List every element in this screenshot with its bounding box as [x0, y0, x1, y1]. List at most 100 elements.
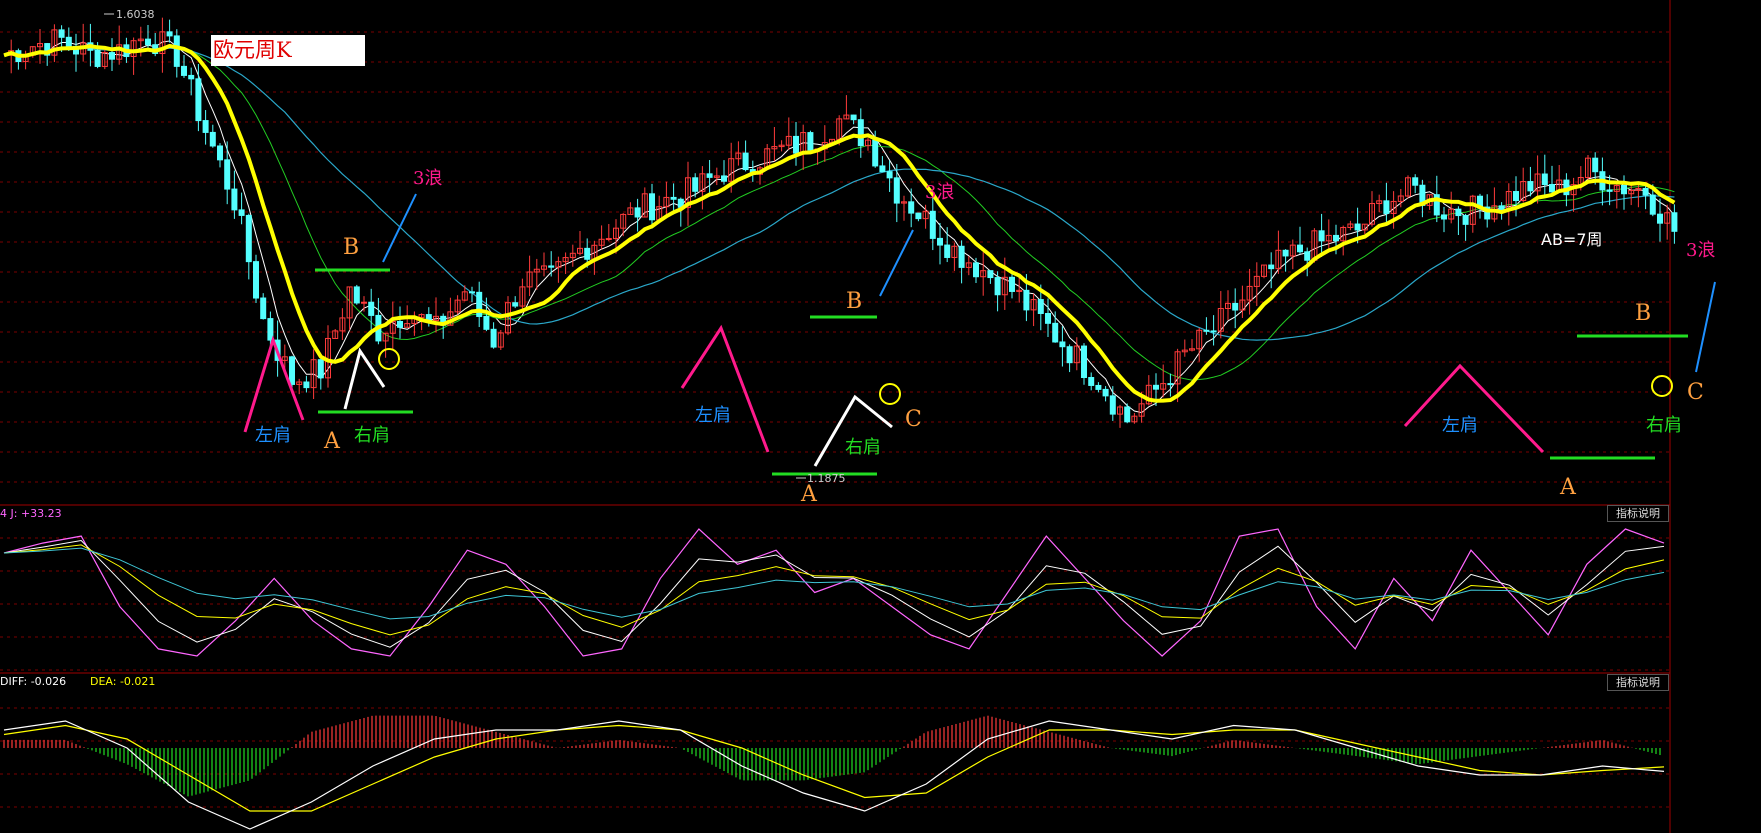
candle-body: [649, 193, 655, 221]
point-b-1: B: [343, 235, 359, 260]
candle-body: [634, 207, 641, 218]
candle-body: [584, 247, 591, 260]
macd-readout-dea: DEA: -0.021: [90, 675, 155, 688]
wave3-line: [382, 193, 417, 263]
candle-body: [65, 36, 72, 47]
macd-diff-line: [3, 720, 1665, 830]
point-a-1: A: [323, 429, 341, 454]
left-shoulder-shape: [243, 335, 305, 433]
candle-body: [253, 261, 259, 299]
candle-body: [1059, 341, 1066, 348]
candle-body: [303, 381, 310, 389]
candle-body: [793, 135, 799, 154]
candle-body: [987, 270, 994, 279]
point-a-3: A: [1559, 475, 1577, 500]
candle-body: [1412, 177, 1419, 186]
wave3-line: [1695, 281, 1716, 373]
candle-body: [483, 315, 490, 330]
candle-body: [1441, 214, 1447, 220]
candle-body: [915, 212, 922, 220]
wave3-label-2: 3浪: [925, 182, 954, 203]
candlesticks: [8, 17, 1678, 428]
point-c-2: C: [1687, 380, 1704, 405]
point-c-circle: [378, 348, 400, 370]
candle-body: [166, 31, 173, 37]
candle-body: [1282, 249, 1289, 257]
candle-body: [857, 119, 864, 147]
candle-body: [397, 320, 403, 328]
point-c-circle: [1651, 375, 1673, 397]
point-a-2: A: [800, 482, 818, 507]
candle-body: [1052, 322, 1059, 343]
candle-body: [994, 277, 1001, 296]
candle-body: [188, 74, 195, 80]
candle-body: [850, 114, 857, 121]
kdj-d-line: [3, 544, 1665, 636]
candle-body: [1109, 395, 1116, 415]
candle-body: [807, 132, 814, 151]
max-label: 1.6038: [116, 8, 155, 21]
left-shoulder-shape: [1403, 363, 1545, 454]
candle-body: [1102, 388, 1109, 397]
candle-body: [742, 152, 749, 171]
candle-body: [1606, 189, 1613, 192]
candle-body: [469, 291, 475, 294]
candle-body: [1318, 230, 1325, 242]
candle-body: [260, 297, 267, 320]
candle-body: [1297, 244, 1303, 253]
candle-body: [1095, 384, 1102, 390]
candle-body: [886, 171, 893, 179]
wave3-label-3: 3浪: [1686, 240, 1715, 261]
candle-body: [1023, 289, 1030, 311]
candle-body: [195, 78, 202, 122]
candle-body: [58, 29, 65, 38]
wave3-label-1: 3浪: [413, 168, 442, 189]
left-shoulder-label-2: 左肩: [695, 405, 731, 426]
kdj-d-slow-line: [3, 547, 1665, 620]
candle-body: [173, 35, 180, 67]
candle-body: [1066, 346, 1073, 364]
wave3-line: [879, 229, 914, 297]
candle-body: [548, 265, 555, 268]
left-shoulder-shape: [680, 324, 770, 453]
candle-body: [670, 196, 677, 200]
candle-body: [202, 120, 209, 133]
kdj-indicator-help-button[interactable]: 指标说明: [1607, 505, 1669, 522]
candle-body: [1081, 345, 1087, 379]
candle-body: [361, 301, 367, 304]
candle-body: [317, 359, 324, 379]
moving-averages: [3, 40, 1675, 414]
macd-indicator-help-button[interactable]: 指标说明: [1607, 674, 1669, 691]
macd-readout-diff: DIFF: -0.026: [0, 675, 66, 688]
candle-body: [929, 210, 936, 239]
candle-body: [937, 237, 943, 246]
candle-body: [721, 175, 727, 182]
candle-body: [94, 49, 101, 67]
candle-body: [944, 244, 951, 258]
candle-body: [1124, 406, 1131, 423]
candle-body: [368, 301, 375, 316]
right-shoulder-label-3: 右肩: [1646, 415, 1682, 436]
ma10-thick-line: [3, 43, 1676, 403]
candle-body: [973, 262, 979, 278]
candle-body: [958, 245, 965, 268]
candle-body: [1153, 384, 1159, 390]
candle-body: [1354, 223, 1361, 231]
chart-stage: 1.6038 1.1875 左肩 左肩 左肩 右肩 右肩 右肩 3浪 3浪 3浪…: [0, 0, 1716, 833]
candle-body: [1088, 377, 1095, 386]
point-b-3: B: [1635, 301, 1651, 326]
candle-body: [1383, 200, 1390, 214]
candle-body: [872, 139, 879, 167]
candle-body: [692, 177, 699, 192]
thick-moving-average: [3, 43, 1676, 403]
candle-body: [1232, 302, 1239, 311]
candle-body: [1549, 184, 1555, 193]
candle-body: [1268, 264, 1275, 270]
right-shoulder-label-2: 右肩: [845, 437, 881, 458]
candle-body: [217, 145, 223, 161]
candle-body: [1037, 299, 1044, 314]
candle-body: [1045, 312, 1051, 324]
right-shoulder-label-1: 右肩: [354, 425, 390, 446]
candle-body: [238, 209, 245, 216]
macd-panel: [3, 715, 1665, 830]
